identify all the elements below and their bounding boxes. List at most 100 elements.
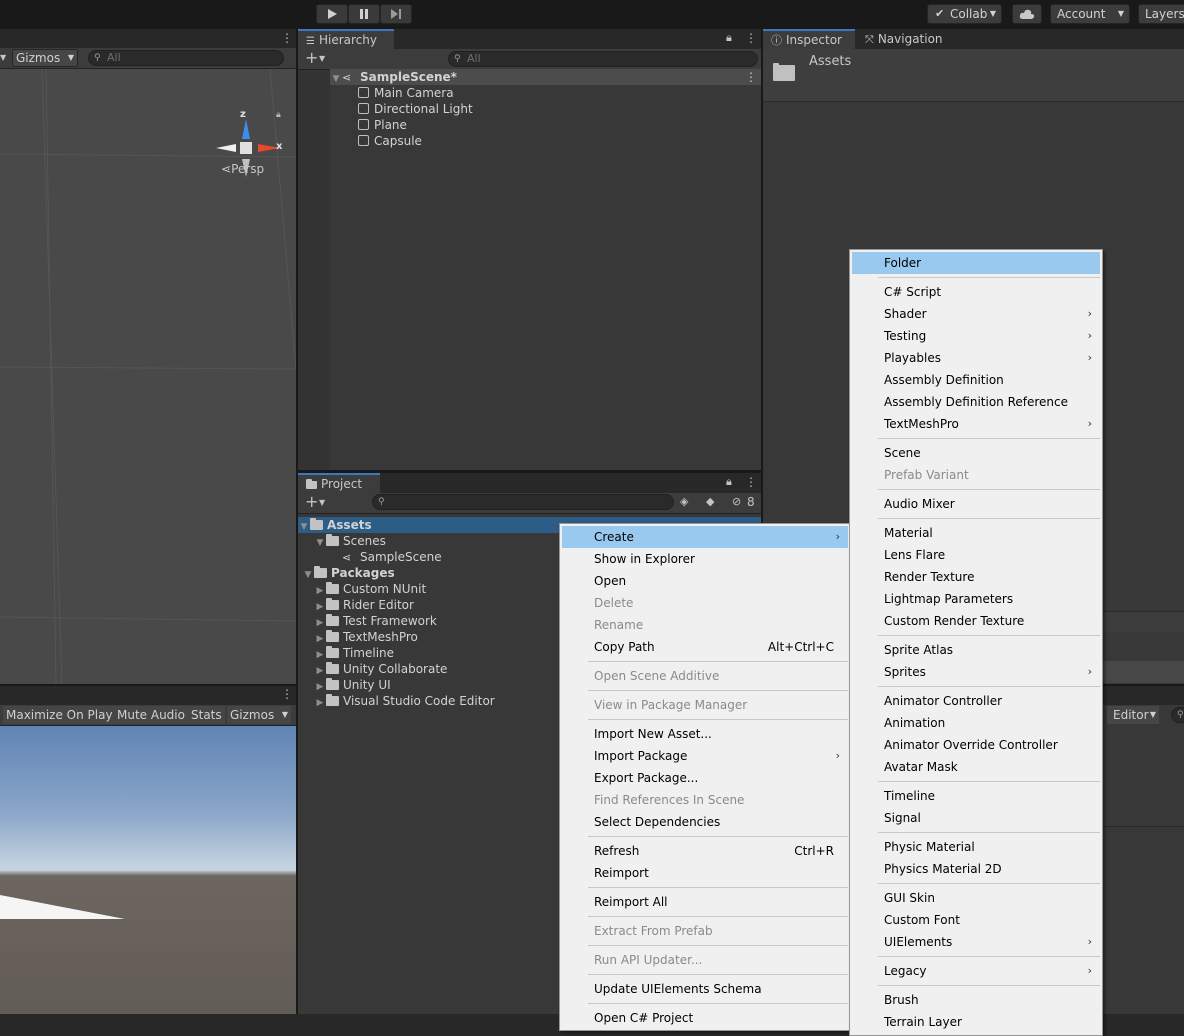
list-item[interactable]: Main Camera — [358, 85, 454, 101]
menu-item-reimport[interactable]: Reimport — [562, 862, 848, 884]
lock-icon[interactable]: 🔒︎ — [726, 475, 732, 489]
menu-item-copy-path[interactable]: Copy Path Alt+Ctrl+C — [562, 636, 848, 658]
menu-item-signal[interactable]: Signal — [852, 807, 1100, 829]
scene-search-input[interactable]: ⚲ All — [88, 50, 284, 66]
expand-triangle-icon[interactable]: ▼ — [330, 71, 342, 87]
menu-item-sprites[interactable]: Sprites › — [852, 661, 1100, 683]
maximize-on-play-toggle[interactable]: Maximize On Play — [3, 706, 116, 724]
tree-item-package[interactable]: ▶ Test Framework — [314, 613, 437, 629]
scene-view[interactable]: ⋮ ▼ Gizmos ▼ ⚲ All z x 🔒︎ ⋖Persp — [0, 29, 296, 684]
menu-item-find-references[interactable]: Find References In Scene — [562, 789, 848, 811]
dropdown-arrow-icon[interactable]: ▼ — [319, 494, 325, 512]
lock-icon[interactable]: 🔒︎ — [276, 110, 281, 120]
tree-item-package[interactable]: ▶ Unity UI — [314, 677, 391, 693]
tree-item-package[interactable]: ▶ Custom NUnit — [314, 581, 426, 597]
hierarchy-search-input[interactable]: ⚲ All — [448, 51, 758, 67]
menu-item-view-in-package-manager[interactable]: View in Package Manager — [562, 694, 848, 716]
kebab-menu-icon[interactable]: ⋮ — [745, 31, 757, 45]
menu-item-import-new-asset[interactable]: Import New Asset... — [562, 723, 848, 745]
tree-item-packages[interactable]: ▼ Packages — [302, 565, 395, 581]
menu-item-audio-mixer[interactable]: Audio Mixer — [852, 493, 1100, 515]
menu-item-assembly-definition[interactable]: Assembly Definition — [852, 369, 1100, 391]
layers-dropdown[interactable]: Layers — [1138, 4, 1184, 24]
menu-item-physics-material-2d[interactable]: Physics Material 2D — [852, 858, 1100, 880]
menu-item-csharp-script[interactable]: C# Script — [852, 281, 1100, 303]
expand-triangle-icon[interactable]: ▼ — [302, 567, 314, 583]
kebab-menu-icon[interactable]: ⋮ — [745, 69, 757, 85]
dropdown-arrow-icon[interactable]: ▼ — [0, 49, 10, 67]
gizmos-dropdown[interactable]: Gizmos ▼ — [12, 49, 78, 67]
list-item[interactable]: Plane — [358, 117, 407, 133]
tree-item-samplescene[interactable]: ⋖ SampleScene — [342, 549, 442, 565]
tab-navigation[interactable]: ⤧ Navigation — [857, 29, 957, 49]
cloud-button[interactable] — [1012, 4, 1042, 24]
tree-item-package[interactable]: ▶ Rider Editor — [314, 597, 414, 613]
tab-hierarchy[interactable]: ☰ Hierarchy — [298, 29, 394, 49]
menu-item-create[interactable]: Create › — [562, 526, 848, 548]
menu-item-shader[interactable]: Shader › — [852, 303, 1100, 325]
menu-item-update-uielements-schema[interactable]: Update UIElements Schema — [562, 978, 848, 1000]
menu-item-open-scene-additive[interactable]: Open Scene Additive — [562, 665, 848, 687]
game-gizmos-dropdown[interactable]: Gizmos ▼ — [227, 706, 291, 724]
kebab-menu-icon[interactable]: ⋮ — [281, 31, 293, 45]
mute-audio-toggle[interactable]: Mute Audio — [114, 706, 188, 724]
account-dropdown[interactable]: Account ▼ — [1050, 4, 1130, 24]
menu-item-open[interactable]: Open — [562, 570, 848, 592]
menu-item-run-api-updater[interactable]: Run API Updater... — [562, 949, 848, 971]
menu-item-export-package[interactable]: Export Package... — [562, 767, 848, 789]
menu-item-lens-flare[interactable]: Lens Flare — [852, 544, 1100, 566]
menu-item-playables[interactable]: Playables › — [852, 347, 1100, 369]
menu-item-animator-controller[interactable]: Animator Controller — [852, 690, 1100, 712]
collab-button[interactable]: ✔ Collab ▼ — [927, 4, 1002, 24]
lock-icon[interactable]: 🔒︎ — [726, 31, 732, 45]
tab-project[interactable]: Project — [298, 473, 380, 493]
menu-item-animator-override-controller[interactable]: Animator Override Controller — [852, 734, 1100, 756]
project-search-input[interactable]: ⚲ — [372, 494, 674, 510]
list-item[interactable]: Capsule — [358, 133, 422, 149]
menu-item-open-csharp-project[interactable]: Open C# Project — [562, 1007, 848, 1029]
editor-dropdown[interactable]: Editor ▼ — [1107, 706, 1159, 724]
scene-row[interactable]: ▼ ⋖ SampleScene* ⋮ — [330, 69, 761, 85]
menu-item-import-package[interactable]: Import Package › — [562, 745, 848, 767]
menu-item-prefab-variant[interactable]: Prefab Variant — [852, 464, 1100, 486]
menu-item-folder[interactable]: Folder — [852, 252, 1100, 274]
menu-item-custom-render-texture[interactable]: Custom Render Texture — [852, 610, 1100, 632]
menu-item-custom-font[interactable]: Custom Font — [852, 909, 1100, 931]
tree-item-package[interactable]: ▶ TextMeshPro — [314, 629, 418, 645]
menu-item-physic-material[interactable]: Physic Material — [852, 836, 1100, 858]
hidden-packages-icon[interactable]: ⊘ — [732, 495, 741, 508]
add-icon[interactable]: + — [305, 493, 318, 511]
tree-item-package[interactable]: ▶ Unity Collaborate — [314, 661, 447, 677]
step-button[interactable] — [380, 4, 412, 24]
expand-triangle-icon[interactable]: ▼ — [298, 519, 310, 535]
play-button[interactable] — [316, 4, 348, 24]
menu-item-avatar-mask[interactable]: Avatar Mask — [852, 756, 1100, 778]
tab-inspector[interactable]: ⓘ Inspector — [763, 29, 855, 49]
pause-button[interactable] — [348, 4, 380, 24]
kebab-menu-icon[interactable]: ⋮ — [745, 475, 757, 489]
menu-item-select-dependencies[interactable]: Select Dependencies — [562, 811, 848, 833]
menu-item-refresh[interactable]: Refresh Ctrl+R — [562, 840, 848, 862]
list-item[interactable]: Directional Light — [358, 101, 473, 117]
menu-item-testing[interactable]: Testing › — [852, 325, 1100, 347]
menu-item-timeline[interactable]: Timeline — [852, 785, 1100, 807]
stats-toggle[interactable]: Stats — [188, 706, 225, 724]
menu-item-legacy[interactable]: Legacy › — [852, 960, 1100, 982]
console-search-input[interactable]: ⚲ — [1171, 707, 1184, 723]
perspective-toggle[interactable]: ⋖Persp — [221, 162, 264, 176]
menu-item-brush[interactable]: Brush — [852, 989, 1100, 1011]
collapse-triangle-icon[interactable]: ▶ — [314, 695, 326, 711]
add-icon[interactable]: + — [305, 49, 318, 67]
expand-triangle-icon[interactable]: ▼ — [314, 535, 326, 551]
kebab-menu-icon[interactable]: ⋮ — [281, 687, 293, 701]
tree-item-package[interactable]: ▶ Visual Studio Code Editor — [314, 693, 495, 709]
menu-item-terrain-layer[interactable]: Terrain Layer — [852, 1011, 1100, 1033]
dropdown-arrow-icon[interactable]: ▼ — [319, 50, 325, 68]
menu-item-show-in-explorer[interactable]: Show in Explorer — [562, 548, 848, 570]
menu-item-gui-skin[interactable]: GUI Skin — [852, 887, 1100, 909]
menu-item-material[interactable]: Material — [852, 522, 1100, 544]
game-view[interactable]: ⋮ Maximize On Play Mute Audio Stats Gizm… — [0, 686, 296, 1014]
tree-item-scenes[interactable]: ▼ Scenes — [314, 533, 386, 549]
menu-item-sprite-atlas[interactable]: Sprite Atlas — [852, 639, 1100, 661]
menu-item-assembly-definition-reference[interactable]: Assembly Definition Reference — [852, 391, 1100, 413]
